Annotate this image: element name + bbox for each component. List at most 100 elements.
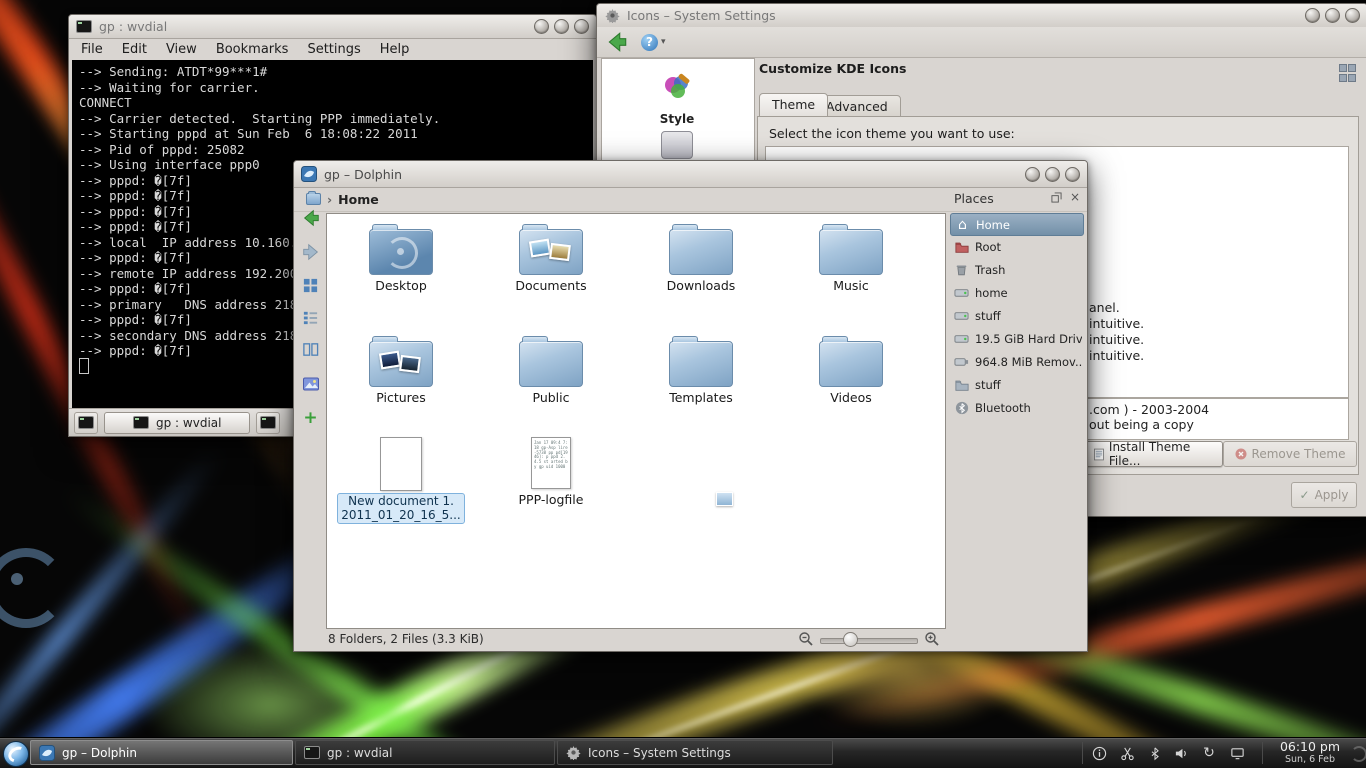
sidebar-item-partial[interactable] [602,131,752,163]
add-button[interactable]: + [298,405,323,430]
menu-settings[interactable]: Settings [307,42,360,57]
maximize-button[interactable] [1325,8,1340,23]
task-dolphin[interactable]: gp – Dolphin [30,740,293,765]
file-item-desktop[interactable]: Desktop [331,219,471,293]
theme-list-text-fragment: intuitive. [1089,348,1144,363]
menu-bookmarks[interactable]: Bookmarks [216,42,289,57]
sidebar-item-style[interactable]: Style [602,69,752,126]
system-settings-toolbar: ? ▾ [597,27,1366,58]
kickoff-launcher[interactable] [3,741,29,767]
folder-icon [819,229,883,275]
device-notifier-icon[interactable] [1228,744,1246,762]
back-button[interactable] [298,205,323,230]
zoom-slider-track[interactable] [820,638,918,644]
clock[interactable]: 06:10 pm Sun, 6 Feb [1272,740,1348,765]
close-button[interactable] [574,19,589,34]
session-list-button[interactable] [256,412,280,434]
terminal-tab[interactable]: gp : wvdial [104,412,250,434]
file-label: Downloads [631,278,771,293]
photo-thumb [549,243,571,261]
file-item-music[interactable]: Music [781,219,921,293]
menu-edit[interactable]: Edit [122,42,147,57]
remove-theme-label: Remove Theme [1252,447,1346,461]
close-panel-icon[interactable]: × [1070,190,1080,204]
maximize-button[interactable] [1045,167,1060,182]
terminal-titlebar[interactable]: gp : wvdial [69,15,596,39]
columns-view-button[interactable] [298,337,323,362]
place-stuff-2[interactable]: stuff [950,374,1082,395]
breadcrumb-home[interactable]: Home [338,192,379,207]
menu-view[interactable]: View [166,42,197,57]
file-label-line: New document 1. [348,494,454,508]
file-label: Desktop [331,278,471,293]
preview-toggle-button[interactable] [298,371,323,396]
place-home-partition[interactable]: home [950,282,1082,303]
place-bluetooth[interactable]: Bluetooth [950,397,1082,418]
minimize-button[interactable] [1305,8,1320,23]
back-button[interactable] [605,30,629,54]
file-item-new-document[interactable]: New document 1. 2011_01_20_16_5... [331,433,471,524]
tab-theme[interactable]: Theme [759,93,828,117]
apply-button[interactable]: ✓ Apply [1291,482,1357,508]
icons-view-button[interactable] [298,273,323,298]
zoom-in-button[interactable] [924,631,940,650]
bluetooth-icon[interactable] [1146,744,1164,762]
place-stuff[interactable]: stuff [950,305,1082,326]
overview-button[interactable] [1339,64,1355,80]
remove-theme-button[interactable]: Remove Theme [1223,441,1357,467]
minimize-button[interactable] [534,19,549,34]
dolphin-window-title: gp – Dolphin [324,167,402,182]
usb-drive-icon [954,354,969,369]
place-label: home [975,286,1008,300]
close-button[interactable] [1345,8,1360,23]
file-label: Music [781,278,921,293]
zoom-slider-handle[interactable] [843,632,858,647]
tray-separator [1082,742,1083,764]
kde-logo-icon [6,744,30,766]
minimize-button[interactable] [1025,167,1040,182]
folder-gray-icon [954,377,969,392]
place-home[interactable]: ⌂ Home [950,213,1084,236]
menu-file[interactable]: File [81,42,103,57]
terminal-menubar: File Edit View Bookmarks Settings Help [69,38,596,60]
panel-cashew[interactable] [1351,746,1366,762]
file-item-downloads[interactable]: Downloads [631,219,771,293]
file-item-documents[interactable]: Documents [481,219,621,293]
remove-icon [1235,448,1247,460]
task-wvdial[interactable]: gp : wvdial [295,740,555,765]
place-removable-media[interactable]: 964.8 MiB Remov... [950,351,1082,372]
clock-date: Sun, 6 Feb [1272,754,1348,765]
task-system-settings[interactable]: Icons – System Settings [557,740,833,765]
file-item-public[interactable]: Public [481,331,621,405]
file-item-templates[interactable]: Templates [631,331,771,405]
install-theme-button[interactable]: Install Theme File... [1085,441,1223,467]
file-item-ppp-logfile[interactable]: Jan 17 09:4 7:18 gp-Asp lire-5738 pp pd[… [481,433,621,507]
menu-help[interactable]: Help [380,42,410,57]
notifications-icon[interactable] [1090,744,1108,762]
volume-icon[interactable] [1172,744,1190,762]
help-button[interactable]: ? ▾ [641,34,666,51]
folder-red-icon [954,239,969,254]
places-root-icon[interactable] [306,193,321,205]
klipper-scissors-icon[interactable] [1118,744,1136,762]
dolphin-titlebar[interactable]: gp – Dolphin [294,161,1087,188]
maximize-button[interactable] [554,19,569,34]
place-hard-drive[interactable]: 19.5 GiB Hard Drive [950,328,1082,349]
close-button[interactable] [1065,167,1080,182]
file-item-pictures[interactable]: Pictures [331,331,471,405]
file-item-videos[interactable]: Videos [781,331,921,405]
network-sync-icon[interactable]: ↻ [1200,744,1218,762]
zoom-out-button[interactable] [798,631,814,650]
file-label: Documents [481,278,621,293]
forward-button[interactable] [298,239,323,264]
theme-description-fragment: .com ) - 2003-2004 [1089,402,1209,417]
system-settings-titlebar[interactable]: Icons – System Settings [597,4,1366,28]
place-trash[interactable]: Trash [950,259,1082,280]
new-session-button[interactable] [74,412,98,434]
hard-drive-icon [954,285,969,300]
terminal-app-icon [76,19,92,35]
details-view-button[interactable] [298,305,323,330]
terminal-icon [78,416,94,429]
float-panel-icon[interactable] [1051,192,1062,203]
place-root[interactable]: Root [950,236,1082,257]
